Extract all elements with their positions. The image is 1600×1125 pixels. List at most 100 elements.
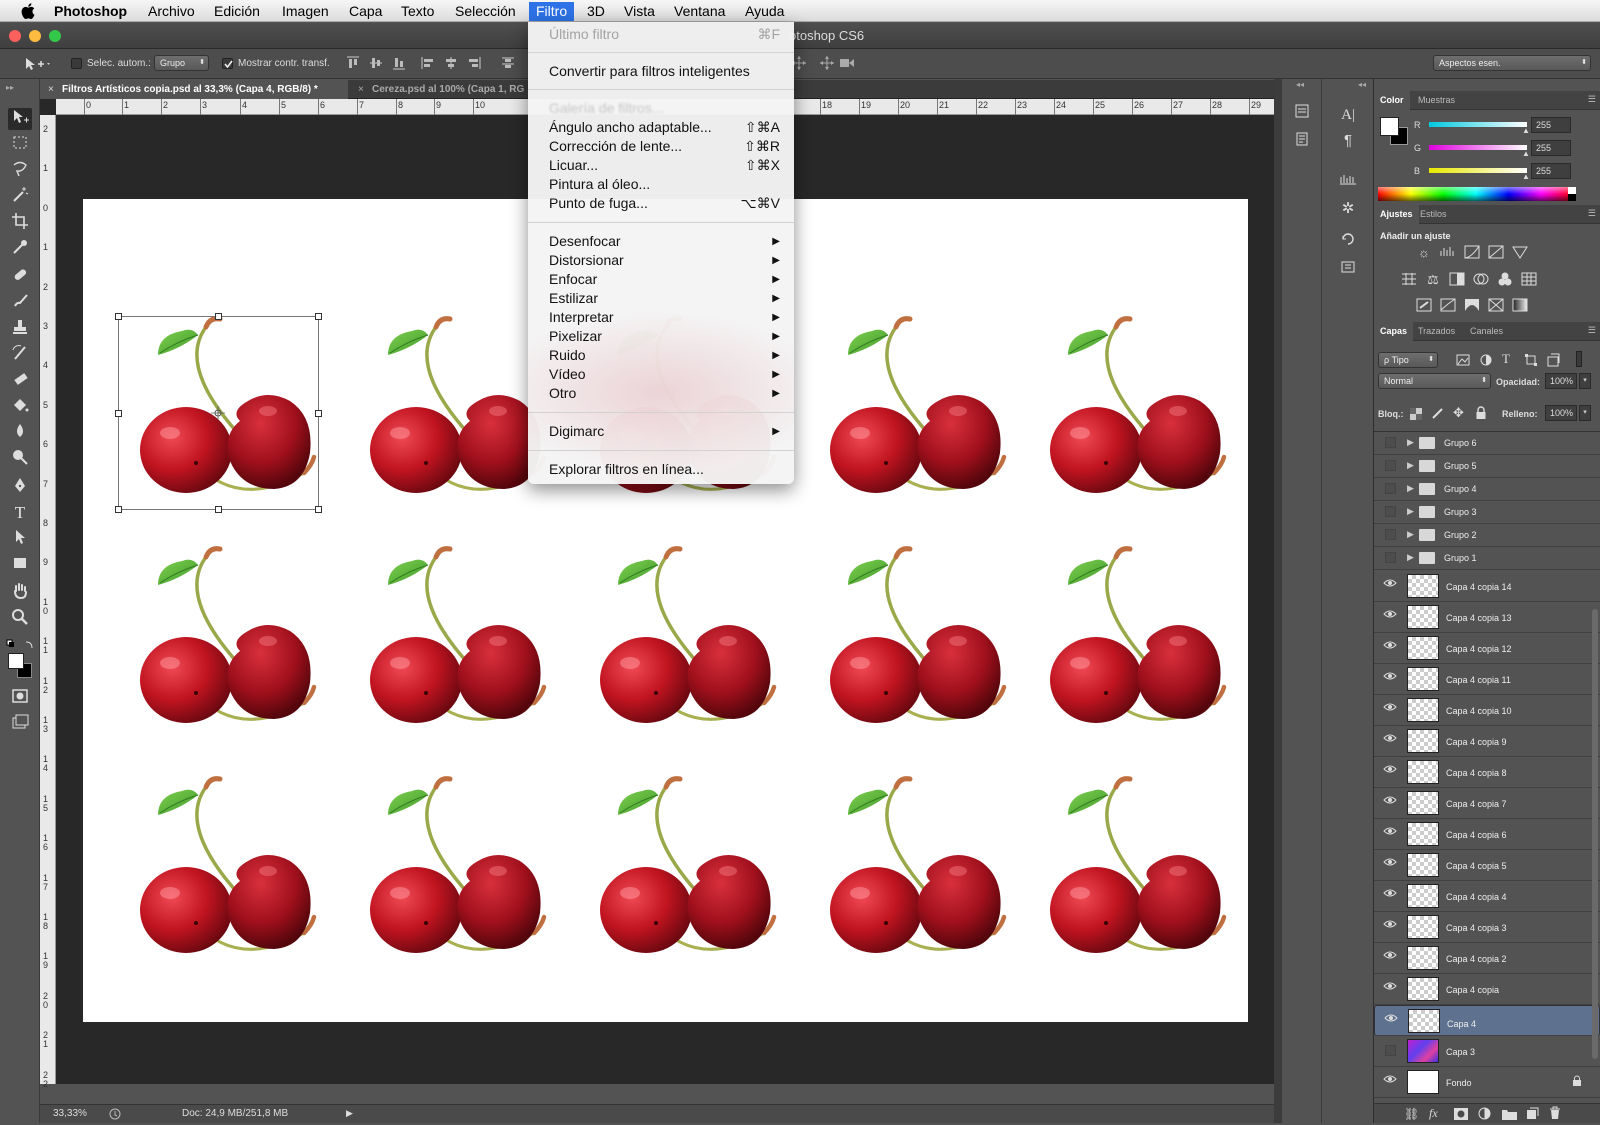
layer-name[interactable]: Capa 4 copia 3 [1446, 923, 1507, 933]
clone-source-panel-icon[interactable]: ✲ [1334, 197, 1362, 221]
menu-item-licuar[interactable]: Licuar... ⇧⌘X [528, 156, 794, 175]
layer-row[interactable]: Capa 4 [1374, 1005, 1600, 1036]
rectangle-tool-icon[interactable] [8, 554, 32, 576]
filter-shape-icon[interactable] [1524, 353, 1538, 372]
layer-name[interactable]: Capa 4 copia 12 [1446, 644, 1512, 654]
layer-group-row[interactable]: ▶ Grupo 6 [1374, 432, 1600, 455]
menu-item-convertir-filtros-inteligentes[interactable]: Convertir para filtros inteligentes [528, 62, 794, 81]
transform-bounding-box[interactable] [115, 313, 322, 513]
layer-row[interactable]: Capa 4 copia 4 [1374, 881, 1600, 912]
expand-group-icon[interactable]: ▶ [1407, 506, 1414, 517]
foreground-color-swatch[interactable] [8, 653, 24, 669]
lock-all-icon[interactable] [1475, 406, 1487, 425]
layer-row[interactable]: Capa 4 copia 12 [1374, 633, 1600, 664]
visibility-toggle[interactable] [1385, 460, 1396, 471]
history-panel-icon[interactable] [1288, 103, 1316, 127]
eye-icon[interactable] [1382, 733, 1398, 749]
new-adjustment-layer-icon[interactable] [1478, 1107, 1491, 1125]
layer-group-row[interactable]: ▶ Grupo 2 [1374, 524, 1600, 547]
invert-icon[interactable] [1415, 298, 1433, 314]
expand-group-icon[interactable]: ▶ [1407, 460, 1414, 471]
slider-thumb-icon[interactable]: ▲ [1522, 126, 1530, 135]
layer-name[interactable]: Capa 4 copia 9 [1446, 737, 1507, 747]
eye-icon[interactable] [1382, 764, 1398, 780]
foreground-color-swatch[interactable] [1380, 117, 1399, 136]
layer-name[interactable]: Grupo 6 [1444, 438, 1477, 448]
brush-tool-icon[interactable] [8, 292, 32, 314]
channel-mixer-icon[interactable] [1496, 272, 1514, 288]
color-swatches[interactable] [8, 653, 34, 679]
menu-item-pixelizar[interactable]: Pixelizar ▶ [528, 327, 794, 346]
eye-icon[interactable] [1382, 981, 1398, 997]
eye-icon[interactable] [1382, 919, 1398, 935]
layer-row[interactable]: Fondo [1374, 1067, 1600, 1098]
layer-name[interactable]: Fondo [1446, 1078, 1472, 1088]
menu-item-otro[interactable]: Otro ▶ [528, 384, 794, 403]
lock-transparency-icon[interactable] [1410, 407, 1422, 425]
transform-handle[interactable] [115, 410, 122, 417]
tab-capas[interactable]: Capas [1374, 322, 1414, 341]
close-window-button[interactable] [9, 30, 21, 42]
layer-name[interactable]: Capa 4 copia 5 [1446, 861, 1507, 871]
status-menu-arrow-icon[interactable]: ▶ [346, 1108, 353, 1119]
menu-item-pintura-oleo[interactable]: Pintura al óleo... [528, 175, 794, 194]
clone-stamp-tool-icon[interactable] [8, 318, 32, 340]
visibility-toggle[interactable] [1385, 529, 1396, 540]
layer-name[interactable]: Capa 4 copia 2 [1446, 954, 1507, 964]
history-brush-tool-icon[interactable] [8, 344, 32, 366]
layer-name[interactable]: Capa 4 copia 10 [1446, 706, 1512, 716]
menu-edicion[interactable]: Edición [207, 2, 267, 21]
eye-icon[interactable] [1382, 578, 1398, 594]
panel-menu-icon[interactable]: ☰ [1588, 325, 1596, 336]
menu-item-enfocar[interactable]: Enfocar ▶ [528, 270, 794, 289]
menu-capa[interactable]: Capa [342, 2, 389, 21]
menu-item-ruido[interactable]: Ruido ▶ [528, 346, 794, 365]
layer-name[interactable]: Capa 4 [1447, 1017, 1476, 1031]
layer-name[interactable]: Grupo 3 [1444, 507, 1477, 517]
opacity-dropdown-arrow-icon[interactable]: ▾ [1579, 373, 1591, 389]
align-vcenter-icon[interactable] [368, 55, 384, 74]
transform-handle[interactable] [215, 313, 222, 320]
menu-filtro[interactable]: Filtro [529, 2, 575, 21]
layer-name[interactable]: Capa 4 copia 7 [1446, 799, 1507, 809]
move-tool-preset-icon[interactable] [22, 54, 52, 74]
layer-name[interactable]: Capa 4 copia 11 [1446, 675, 1511, 685]
menu-item-interpretar[interactable]: Interpretar ▶ [528, 308, 794, 327]
new-layer-icon[interactable] [1526, 1107, 1539, 1125]
layer-name[interactable]: Capa 4 copia 13 [1446, 613, 1512, 623]
align-left-icon[interactable] [420, 55, 436, 74]
menu-item-explorar-filtros[interactable]: Explorar filtros en línea... [528, 460, 794, 479]
layer-name[interactable]: Grupo 5 [1444, 461, 1477, 471]
apple-menu-icon[interactable] [14, 2, 42, 21]
tool-presets-panel-icon[interactable] [1334, 259, 1362, 283]
transform-handle[interactable] [315, 506, 322, 513]
color-balance-icon[interactable]: ⚖ [1424, 272, 1442, 288]
tab-close-icon[interactable]: × [48, 80, 54, 99]
tab-ajustes[interactable]: Ajustes [1374, 205, 1419, 224]
toolbox-collapse-icon[interactable]: ▸▸ [6, 83, 14, 92]
menu-photoshop[interactable]: Photoshop [47, 2, 134, 21]
dodge-tool-icon[interactable] [8, 448, 32, 470]
curves-icon[interactable] [1463, 245, 1481, 261]
brightness-contrast-icon[interactable]: ☼ [1415, 245, 1433, 261]
photo-filter-icon[interactable] [1472, 272, 1490, 288]
layer-row[interactable]: Capa 4 copia 6 [1374, 819, 1600, 850]
path-selection-tool-icon[interactable] [8, 528, 32, 550]
3d-slide-icon[interactable] [818, 55, 836, 74]
align-hcenter-icon[interactable] [443, 55, 459, 74]
transform-handle[interactable] [315, 410, 322, 417]
expand-group-icon[interactable]: ▶ [1407, 529, 1414, 540]
screen-mode-icon[interactable] [8, 713, 32, 735]
spectrum-white-swatch[interactable] [1568, 187, 1576, 194]
hue-saturation-icon[interactable] [1400, 272, 1418, 288]
black-white-icon[interactable] [1448, 272, 1466, 288]
panel-menu-icon[interactable]: ☰ [1588, 208, 1596, 219]
notes-panel-icon[interactable] [1288, 131, 1316, 155]
lock-image-icon[interactable] [1431, 406, 1445, 425]
dock-collapse-icon[interactable]: ◂◂ [1296, 80, 1304, 89]
character-panel-icon[interactable]: A| [1334, 103, 1362, 127]
layer-group-row[interactable]: ▶ Grupo 5 [1374, 455, 1600, 478]
slider-thumb-icon[interactable]: ▲ [1522, 172, 1530, 181]
filter-type-icon[interactable]: T [1502, 351, 1510, 367]
channel-r-slider[interactable] [1429, 122, 1527, 127]
